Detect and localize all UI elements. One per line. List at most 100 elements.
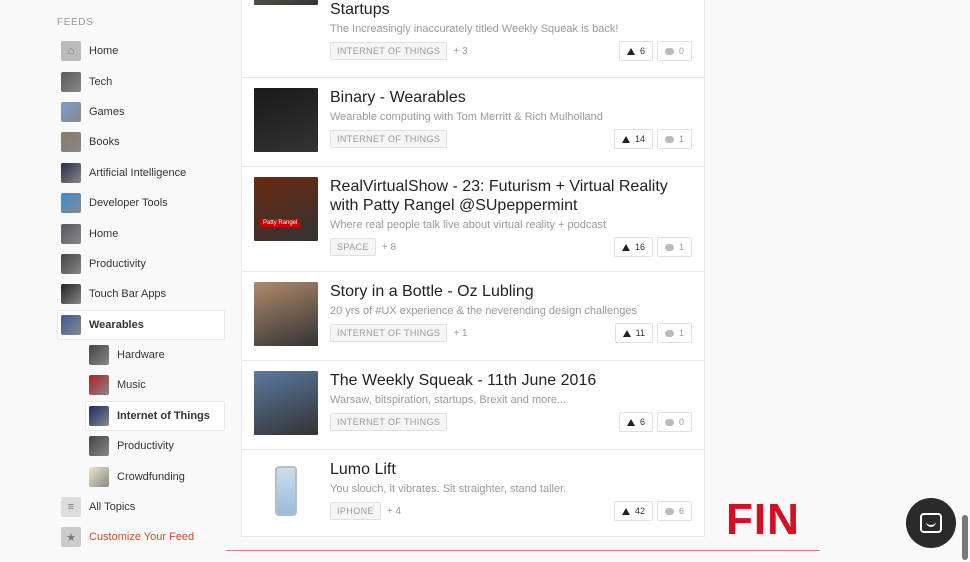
- post-actions: 60: [618, 41, 692, 61]
- chat-icon: [920, 513, 942, 533]
- sidebar-item-all-topics[interactable]: ≡ All Topics: [57, 492, 225, 522]
- sidebar-item-touch-bar[interactable]: Touch Bar Apps: [57, 279, 225, 309]
- upvote-arrow-icon: [626, 418, 635, 426]
- sidebar-item-label: Productivity: [89, 257, 146, 270]
- upvote-button[interactable]: 42: [613, 501, 653, 521]
- hardware-icon: [89, 345, 109, 366]
- sidebar-item-wearables[interactable]: Wearables: [57, 309, 225, 340]
- topic-tag[interactable]: INTERNET OF THINGS: [330, 42, 448, 60]
- sidebar-item-hardware[interactable]: Hardware: [85, 340, 225, 370]
- post-thumbnail[interactable]: [254, 0, 318, 5]
- post-tagline: Warsaw, bitspiration, startups, Brexit a…: [330, 394, 567, 406]
- comment-bubble-icon: [664, 47, 674, 55]
- post-title[interactable]: Story in a Bottle - Oz Lubling: [330, 282, 692, 301]
- sidebar-item-ai[interactable]: Artificial Intelligence: [57, 158, 225, 188]
- topic-tag[interactable]: INTERNET OF THINGS: [330, 324, 448, 342]
- post-title[interactable]: The Weekly Squeak - 11th June 2016: [330, 371, 692, 390]
- comments-button[interactable]: 0: [656, 412, 692, 432]
- upvote-button[interactable]: 14: [613, 129, 653, 149]
- topic-tag[interactable]: INTERNET OF THINGS: [330, 413, 448, 431]
- post-thumbnail[interactable]: [254, 88, 318, 152]
- sidebar-item-label: Hardware: [117, 349, 165, 362]
- upvote-button[interactable]: 6: [618, 412, 653, 432]
- vote-count: 11: [635, 328, 645, 338]
- post-title[interactable]: RealVirtualShow - 23: Futurism + Virtual…: [330, 177, 692, 215]
- sidebar-item-music[interactable]: Music: [85, 370, 225, 400]
- topic-tag[interactable]: INTERNET OF THINGS: [330, 130, 448, 148]
- sidebar-item-label: Tech: [89, 75, 113, 88]
- sidebar-item-label: Developer Tools: [89, 197, 168, 210]
- comments-button[interactable]: 1: [656, 323, 692, 343]
- post-card[interactable]: Story in a Bottle - Oz Lubling 20 yrs of …: [241, 272, 705, 361]
- vote-count: 6: [639, 46, 645, 56]
- upvote-arrow-icon: [621, 135, 630, 143]
- fin-overlay-text: FIN: [726, 495, 800, 544]
- comments-button[interactable]: 1: [656, 237, 692, 257]
- post-thumbnail[interactable]: [254, 282, 318, 346]
- vote-count: 16: [634, 242, 645, 252]
- more-topics-count[interactable]: + 4: [387, 506, 401, 517]
- touch-bar-icon: [61, 284, 81, 305]
- post-thumbnail[interactable]: [254, 371, 318, 435]
- post-card[interactable]: Lumo Lift You slouch, it vibrates. Sit st…: [241, 450, 705, 537]
- chat-launcher-button[interactable]: [906, 498, 956, 548]
- sidebar-item-home[interactable]: ⌂ Home: [57, 36, 225, 66]
- sidebar-item-label: Home: [89, 45, 119, 58]
- sidebar-item-developer-tools[interactable]: Developer Tools: [57, 188, 225, 218]
- sidebar-item-productivity[interactable]: Productivity: [57, 249, 225, 279]
- comments-button[interactable]: 1: [656, 129, 692, 149]
- scrollbar[interactable]: [962, 515, 968, 560]
- post-card[interactable]: The Weekly Squeak - 11th June 2016 Warsaw…: [241, 361, 705, 450]
- sidebar-item-star[interactable]: ★ Customize Your Feed: [57, 522, 225, 552]
- more-topics-count[interactable]: + 3: [453, 46, 467, 57]
- post-card[interactable]: The Weekly Squeak - IFA and the Long Nig…: [241, 0, 705, 78]
- post-tagline: Wearable computing with Tom Merritt & Ri…: [330, 111, 603, 123]
- upvote-button[interactable]: 11: [614, 323, 653, 343]
- comment-bubble-icon: [664, 243, 674, 251]
- sidebar-item-productivity-alt[interactable]: Productivity: [85, 431, 225, 461]
- post-card[interactable]: Patty Rangel RealVirtualShow - 23: Futuri…: [241, 167, 705, 272]
- vote-count: 14: [634, 134, 645, 144]
- post-title[interactable]: The Weekly Squeak - IFA and the Long Nig…: [330, 0, 670, 19]
- wearables-icon: [61, 314, 81, 335]
- post-title[interactable]: Binary - Wearables: [330, 88, 692, 107]
- upvote-button[interactable]: 6: [618, 41, 653, 61]
- music-icon: [89, 375, 109, 396]
- vote-count: 6: [639, 417, 645, 427]
- sidebar-item-games[interactable]: Games: [57, 97, 225, 127]
- more-topics-count[interactable]: + 1: [453, 328, 467, 339]
- comment-count: 0: [678, 46, 684, 56]
- post-thumbnail[interactable]: Patty Rangel: [254, 177, 318, 241]
- post-title[interactable]: Lumo Lift: [330, 460, 692, 479]
- post-thumbnail[interactable]: [254, 460, 318, 524]
- post-actions: 60: [618, 412, 692, 432]
- divider-line: [226, 550, 820, 551]
- topic-tag[interactable]: IPHONE: [330, 502, 381, 520]
- sidebar-item-crowdfunding[interactable]: Crowdfunding: [85, 461, 225, 491]
- sidebar-item-label: Wearables: [89, 318, 144, 331]
- post-meta: INTERNET OF THINGS + 1 11 1: [330, 323, 692, 343]
- comments-button[interactable]: 6: [656, 501, 692, 521]
- sidebar-item-books[interactable]: Books: [57, 127, 225, 157]
- more-topics-count[interactable]: + 8: [382, 242, 396, 253]
- sidebar-item-home-alt[interactable]: Home: [57, 218, 225, 248]
- vote-count: 42: [634, 506, 645, 516]
- sidebar-item-tech[interactable]: Tech: [57, 66, 225, 96]
- developer-tools-icon: [61, 193, 81, 214]
- post-meta: SPACE + 8 16 1: [330, 237, 692, 257]
- post-card[interactable]: Binary - Wearables Wearable computing wit…: [241, 78, 705, 167]
- sidebar-item-label: Crowdfunding: [117, 470, 185, 483]
- productivity-icon: [61, 253, 81, 274]
- topic-tag[interactable]: SPACE: [330, 238, 376, 256]
- sidebar-item-label: Internet of Things: [117, 409, 210, 422]
- sidebar-item-label: Books: [89, 136, 120, 149]
- comments-button[interactable]: 0: [656, 41, 692, 61]
- books-icon: [61, 132, 81, 153]
- comment-bubble-icon: [664, 329, 674, 337]
- upvote-button[interactable]: 16: [613, 237, 653, 257]
- sidebar-item-iot[interactable]: Internet of Things: [85, 400, 225, 432]
- all-topics-icon: ≡: [61, 497, 81, 518]
- sidebar-item-label: Games: [89, 105, 125, 118]
- sidebar-item-label: Touch Bar Apps: [89, 288, 167, 301]
- post-tagline: The Increasingly inaccurately titled Wee…: [330, 23, 619, 35]
